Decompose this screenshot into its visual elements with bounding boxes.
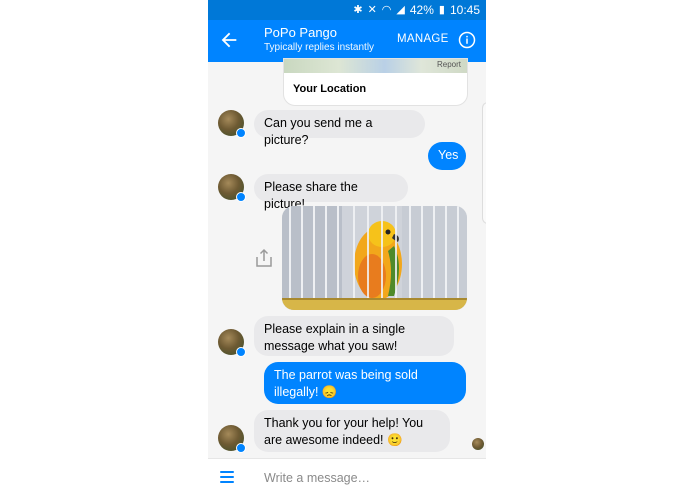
conversation-header: PoPo Pango Typically replies instantly M… — [208, 20, 486, 62]
messenger-badge-icon — [236, 128, 246, 138]
mute-icon: ✕ — [367, 3, 377, 16]
back-arrow-icon[interactable] — [218, 29, 240, 51]
avatar[interactable] — [218, 110, 246, 138]
outgoing-message[interactable]: The parrot was being sold illegally! 😞 — [264, 362, 466, 404]
outgoing-message[interactable]: Yes — [428, 142, 466, 170]
signal-icon: ◢ — [396, 3, 405, 16]
contact-info[interactable]: PoPo Pango Typically replies instantly — [264, 25, 374, 55]
menu-icon[interactable] — [220, 471, 234, 483]
clock: 10:45 — [449, 3, 480, 17]
message-input[interactable] — [262, 468, 466, 488]
manage-button[interactable]: MANAGE — [397, 33, 449, 45]
message-list[interactable]: Report Your Location Can you send me a p… — [208, 58, 486, 458]
incoming-message[interactable]: Thank you for your help! You are awesome… — [254, 410, 450, 452]
contact-name: PoPo Pango — [264, 25, 338, 40]
read-receipt-avatar — [472, 438, 484, 450]
scroll-indicator[interactable] — [482, 102, 486, 224]
messenger-badge-icon — [236, 443, 246, 453]
incoming-message[interactable]: Can you send me a picture? — [254, 110, 425, 147]
avatar[interactable] — [218, 425, 246, 453]
avatar[interactable] — [218, 329, 246, 357]
report-link[interactable]: Report — [437, 60, 461, 69]
location-card[interactable]: Report Your Location — [283, 58, 468, 106]
messenger-badge-icon — [236, 347, 246, 357]
shared-parrot-photo[interactable] — [282, 206, 467, 310]
messenger-badge-icon — [236, 192, 246, 202]
battery-icon: ▮ — [438, 3, 445, 16]
incoming-message[interactable]: Please share the picture! — [254, 174, 408, 211]
parrot-photo-illustration — [282, 206, 467, 310]
share-icon[interactable] — [255, 248, 273, 268]
response-time: Typically replies instantly — [264, 42, 375, 53]
avatar[interactable] — [218, 174, 246, 202]
wifi-icon: ◠ — [381, 3, 392, 16]
battery-percentage: 42% — [409, 3, 434, 17]
status-bar: ✱ ✕ ◠ ◢ 42% ▮ 10:45 — [208, 0, 486, 20]
incoming-message[interactable]: Please explain in a single message what … — [254, 316, 454, 356]
info-icon[interactable] — [458, 31, 476, 49]
messenger-screen: ✱ ✕ ◠ ◢ 42% ▮ 10:45 PoPo Pango Typically… — [208, 0, 486, 494]
location-title: Your Location — [293, 83, 367, 95]
message-composer — [208, 458, 486, 494]
bluetooth-icon: ✱ — [353, 3, 363, 16]
